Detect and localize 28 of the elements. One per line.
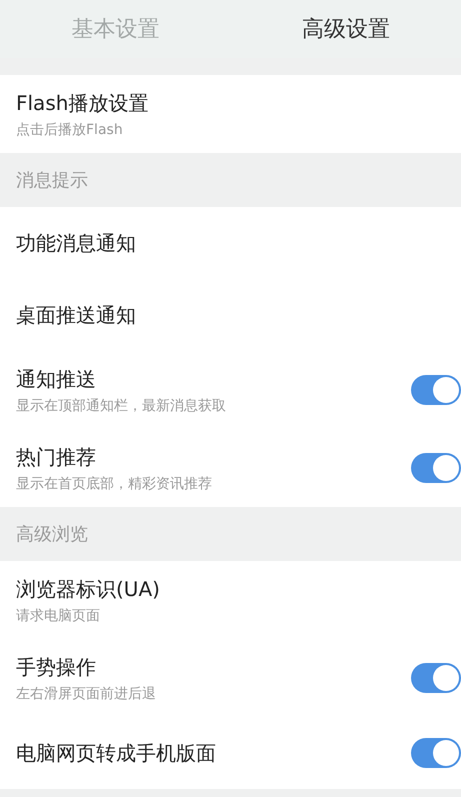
tab[interactable]: 高级设置 <box>230 0 461 58</box>
settings-row[interactable]: 桌面推送通知 <box>0 279 461 351</box>
section-header: 消息提示 <box>15 169 89 193</box>
toggle-switch[interactable] <box>411 375 461 405</box>
settings-row[interactable]: 电脑网页转成手机版面 <box>0 717 461 789</box>
toggle-switch[interactable] <box>411 453 461 483</box>
setting-title: 通知推送 <box>16 366 97 392</box>
setting-description: 显示在顶部通知栏，最新消息获取 <box>16 396 227 414</box>
setting-title: 电脑网页转成手机版面 <box>16 740 217 766</box>
setting-title: 手势操作 <box>16 654 97 680</box>
settings-row[interactable]: 手势操作 左右滑屏页面前进后退 <box>0 639 461 717</box>
settings-row[interactable]: 浏览器标识(UA) 请求电脑页面 <box>0 561 461 639</box>
toggle-switch[interactable] <box>411 663 461 693</box>
setting-description: 显示在首页底部，精彩资讯推荐 <box>16 474 213 492</box>
settings-row[interactable]: 功能消息通知 <box>0 207 461 279</box>
settings-row[interactable]: Flash播放设置 点击后播放Flash <box>0 75 461 153</box>
setting-description: 左右滑屏页面前进后退 <box>16 684 157 702</box>
settings-row[interactable]: 通知推送 显示在顶部通知栏，最新消息获取 <box>0 351 461 429</box>
toggle-switch[interactable] <box>411 738 461 768</box>
setting-title: Flash播放设置 <box>16 90 150 116</box>
setting-title: 热门推荐 <box>16 444 97 470</box>
setting-title: 浏览器标识(UA) <box>16 576 161 602</box>
setting-title: 功能消息通知 <box>16 230 137 256</box>
setting-description: 点击后播放Flash <box>16 120 124 138</box>
setting-description: 请求电脑页面 <box>16 606 101 624</box>
setting-title: 桌面推送通知 <box>16 302 137 328</box>
section-header: 高级浏览 <box>15 523 89 547</box>
settings-row[interactable]: 热门推荐 显示在首页底部，精彩资讯推荐 <box>0 429 461 507</box>
